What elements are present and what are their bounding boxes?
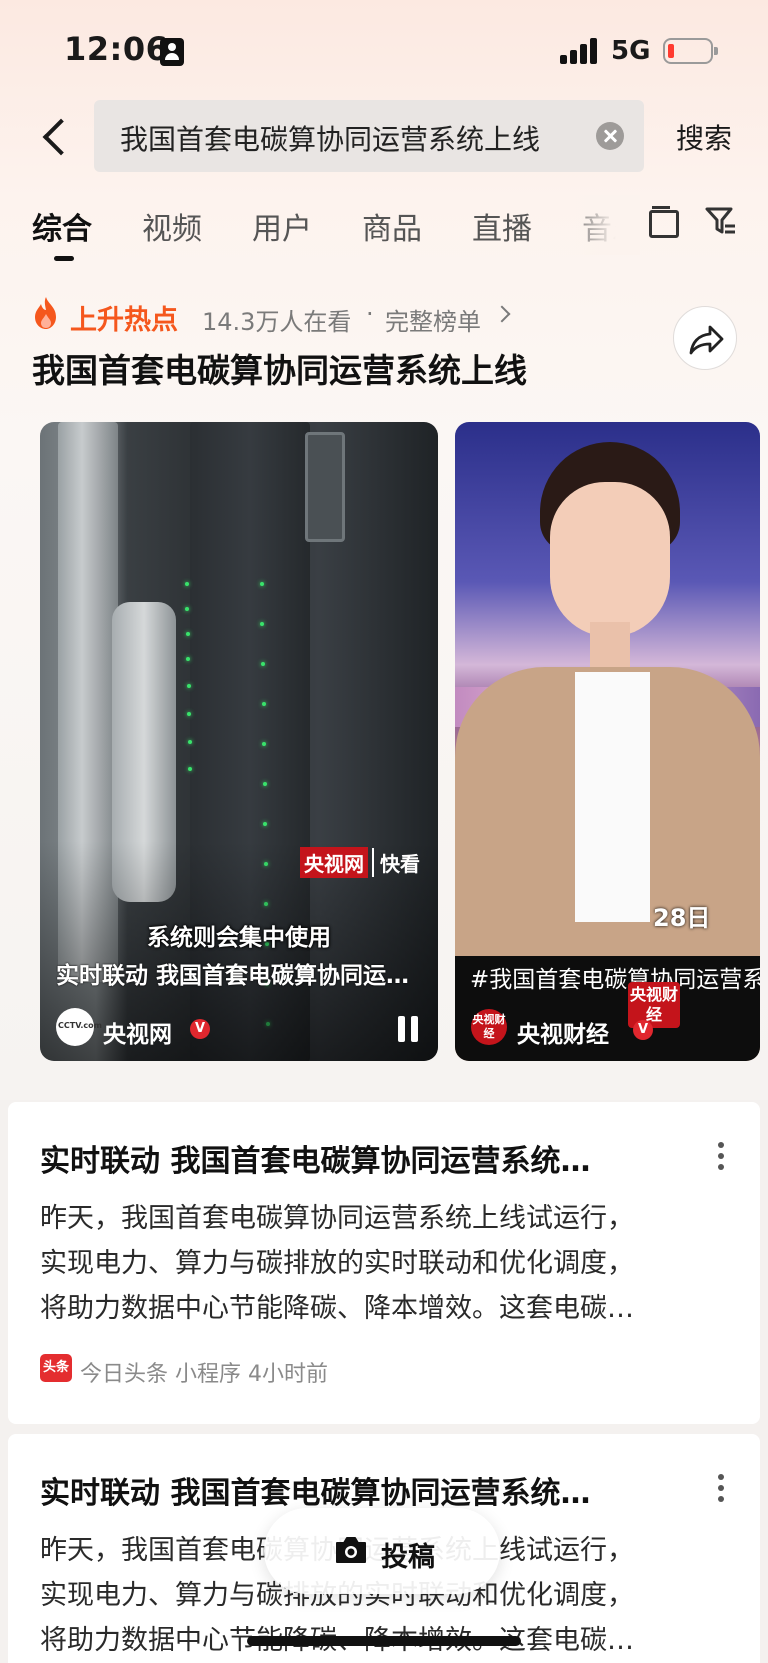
status-bar: 12:06 5G <box>0 0 768 100</box>
more-icon[interactable] <box>718 1474 724 1502</box>
hot-title[interactable]: 我国首套电碳算协同运营系统上线 <box>32 344 527 392</box>
hot-separator: · <box>366 300 374 328</box>
post-label: 投稿 <box>381 1542 435 1573</box>
search-box[interactable]: 我国首套电碳算协同运营系统上线 <box>94 100 644 172</box>
toutiao-logo: 头条 <box>40 1354 72 1382</box>
post-button[interactable]: 投稿 <box>264 1508 500 1594</box>
camera-icon <box>334 1536 368 1564</box>
video-card[interactable]: 央视网 快看 系统则会集中使用 实时联动 我国首套电碳算协同运营系统上线 CCT… <box>40 422 438 1061</box>
source-avatar[interactable]: CCTV.com <box>56 1008 102 1046</box>
tab-underline <box>54 256 74 261</box>
clear-icon[interactable] <box>596 122 624 150</box>
source-name[interactable]: 央视网 <box>103 1015 172 1049</box>
video-date-tag: 28日 <box>653 904 711 932</box>
verified-icon: V <box>633 1020 653 1040</box>
share-button[interactable] <box>673 306 737 370</box>
verified-icon: V <box>190 1019 210 1039</box>
tab-users[interactable]: 用户 <box>252 204 312 248</box>
video-watermark: 央视网 快看 <box>300 846 420 878</box>
article-body-line: 昨天，我国首套电碳算协同运营系统上线试运行， <box>40 1203 634 1234</box>
tab-products[interactable]: 商品 <box>362 204 422 248</box>
network-label: 5G <box>611 36 651 66</box>
back-button[interactable] <box>28 108 84 164</box>
search-input[interactable]: 我国首套电碳算协同运营系统上线 <box>120 118 540 158</box>
video-card[interactable]: 28日 #我国首套电碳算协同运营系统上线 央视财经 央视财经 央视财经 V <box>455 422 760 1061</box>
watermark-label-secondary: 快看 <box>372 847 420 877</box>
anchor-face <box>550 482 670 637</box>
tab-all[interactable]: 综合 <box>32 204 92 248</box>
tab-video[interactable]: 视频 <box>142 204 202 248</box>
signal-icon <box>560 38 600 64</box>
layout-icon[interactable] <box>649 206 679 238</box>
hot-viewers: 14.3万人在看 <box>202 308 352 336</box>
fire-icon <box>32 296 60 330</box>
article-meta: 今日头条 小程序 4小时前 <box>80 1362 328 1387</box>
full-list-link[interactable]: 完整榜单 <box>385 302 481 337</box>
tab-live[interactable]: 直播 <box>472 204 532 248</box>
video-subtitle: 系统则会集中使用 <box>147 925 331 951</box>
article-card[interactable]: 实时联动 我国首套电碳算协同运营系统… 昨天，我国首套电碳算协同运营系统上线试运… <box>8 1102 760 1424</box>
hot-label: 上升热点 <box>70 305 178 336</box>
tab-fade <box>560 195 640 255</box>
anchor-shirt <box>575 672 650 922</box>
battery-icon <box>663 38 718 64</box>
article-body-line: 实现电力、算力与碳排放的实时联动和优化调度， <box>40 1248 634 1279</box>
filter-icon[interactable] <box>705 206 737 236</box>
tab-bar: 综合 视频 用户 商品 直播 音乐 <box>32 200 632 260</box>
article-title[interactable]: 实时联动 我国首套电碳算协同运营系统… <box>40 1468 670 1512</box>
article-body-line: 将助力数据中心节能降碳、降本增效。这套电碳… <box>40 1293 634 1324</box>
video-caption: 实时联动 我国首套电碳算协同运营系统上线 <box>56 963 426 989</box>
article-body: 昨天，我国首套电碳算协同运营系统上线试运行， 实现电力、算力与碳排放的实时联动和… <box>40 1196 712 1331</box>
more-icon[interactable] <box>718 1142 724 1170</box>
server-panel <box>305 432 345 542</box>
share-icon <box>689 325 724 355</box>
source-avatar[interactable]: 央视财经 <box>471 1009 507 1045</box>
avatar-logo-text: CCTV.com <box>58 1021 102 1030</box>
status-time: 12:06 <box>64 30 169 68</box>
person-icon <box>160 38 184 66</box>
source-name[interactable]: 央视财经 <box>517 1015 609 1049</box>
channel-stamp: 央视财经 <box>628 982 680 1028</box>
video-caption: #我国首套电碳算协同运营系统上线 <box>470 967 760 993</box>
article-title[interactable]: 实时联动 我国首套电碳算协同运营系统… <box>40 1136 670 1180</box>
watermark-label: 央视网 <box>300 846 368 878</box>
search-button[interactable]: 搜索 <box>676 117 732 157</box>
pause-icon[interactable] <box>396 1016 420 1042</box>
home-indicator <box>247 1636 521 1646</box>
